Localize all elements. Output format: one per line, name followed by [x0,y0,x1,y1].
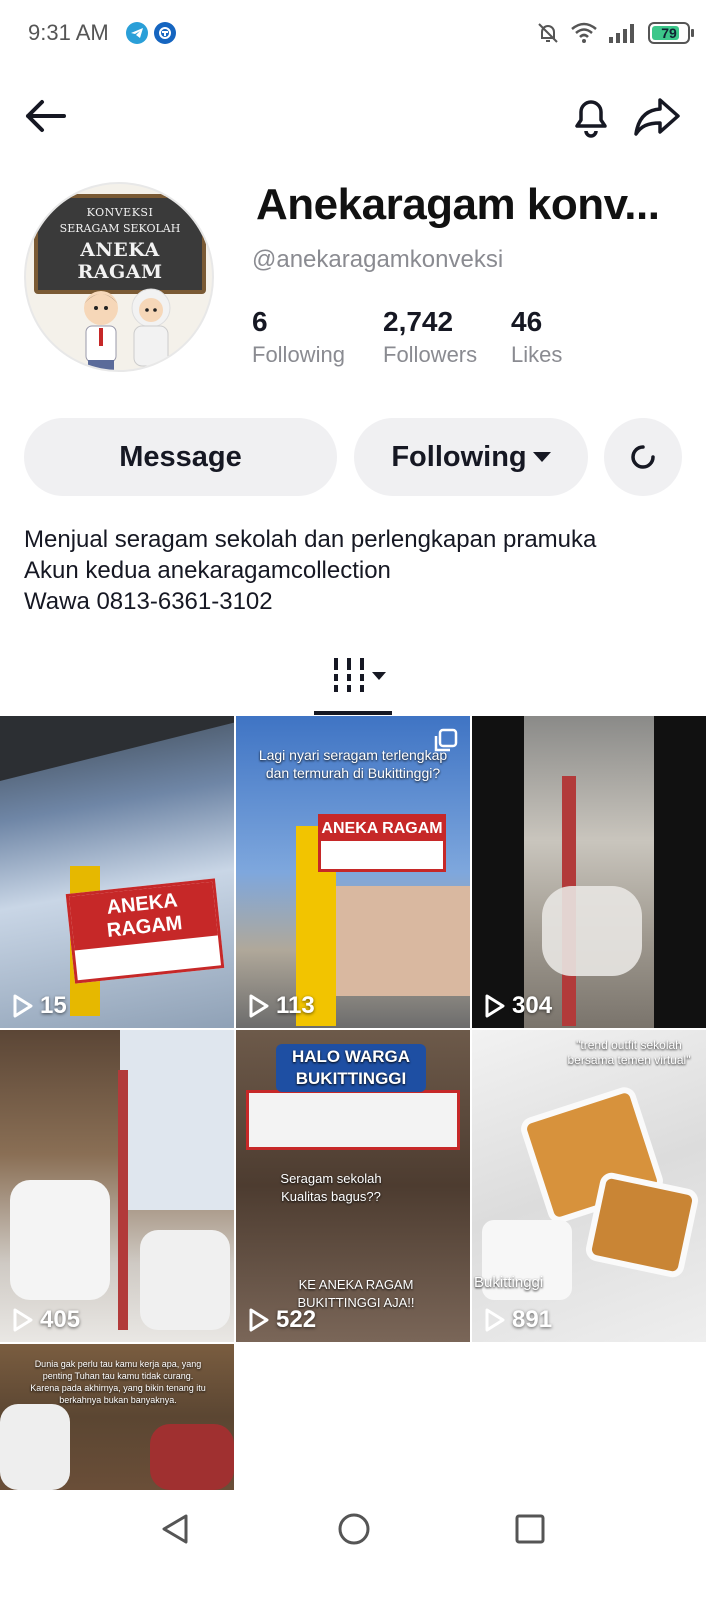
play-icon [13,994,33,1018]
following-button[interactable]: Following [354,418,588,496]
view-count-value: 15 [40,992,67,1019]
store-sign-text: ANEKA RAGAM [321,817,443,841]
system-back-button[interactable] [160,1512,192,1546]
stat-likes[interactable]: 46 Likes [511,306,562,368]
view-count-value: 891 [512,1306,553,1333]
play-icon [13,1308,33,1332]
status-bar: 9:31 AM 79 [0,0,720,66]
view-count: 113 [248,992,315,1020]
video-caption: Lagi nyari seragam terlengkap dan termur… [258,747,448,781]
video-caption-bottom: Bukittinggi [474,1274,544,1291]
caret-down-icon [532,452,551,462]
avatar-text-line1: KONVEKSI [86,206,154,219]
video-tile[interactable]: "trend outfit sekolah bersama temen virt… [472,1030,706,1342]
view-count: 522 [248,1306,316,1334]
view-count-value: 522 [276,1306,317,1333]
video-tile[interactable]: 304 [472,716,706,1028]
view-count: 891 [484,1306,552,1334]
bio-line: Menjual seragam sekolah dan perlengkapan… [24,526,597,553]
display-name: Anekaragam konv... [256,180,660,229]
play-icon [485,1308,505,1332]
stat-followers[interactable]: 2,742 Followers [383,306,477,368]
stat-followers-count: 2,742 [383,306,454,337]
signal-icon [609,24,634,43]
video-tile[interactable]: 405 [0,1030,234,1342]
avatar[interactable]: KONVEKSI SERAGAM SEKOLAH ANEKA RAGAM [24,182,214,372]
system-recents-button[interactable] [514,1512,546,1546]
status-icons: 79 [536,20,694,46]
battery-level: 79 [661,25,677,41]
grid-icon [328,658,386,692]
share-icon [634,98,680,136]
video-tile[interactable]: ANEKA RAGAM 15 [0,716,234,1028]
bio: Menjual seragam sekolah dan perlengkapan… [24,524,596,617]
stat-following-label: Following [252,342,345,367]
video-caption: Dunia gak perlu tau kamu kerja apa, yang… [30,1359,206,1405]
share-button[interactable] [632,92,682,140]
avatar-text-line2: SERAGAM SEKOLAH [59,222,181,235]
store-sign: ANEKA RAGAM [318,814,446,872]
view-count-value: 405 [40,1306,81,1333]
video-tile[interactable]: Dunia gak perlu tau kamu kerja apa, yang… [0,1344,234,1490]
play-icon [249,1308,269,1332]
store-sign: ANEKA RAGAM [65,878,225,984]
username-handle: @anekaragamkonveksi [252,246,504,273]
message-button[interactable]: Message [24,418,337,496]
video-tile[interactable]: ANEKA RAGAM Lagi nyari seragam terlengka… [236,716,470,1028]
stat-likes-label: Likes [511,342,563,367]
video-tile[interactable]: HALO WARGA BUKITTINGGI Seragam sekolah K… [236,1030,470,1342]
wifi-icon [571,22,597,43]
view-count-value: 304 [512,992,553,1019]
system-home-button[interactable] [337,1512,371,1546]
video-caption: Seragam sekolah Kualitas bagus?? [280,1171,382,1204]
loading-spinner-icon [631,445,655,469]
view-count-value: 113 [276,992,315,1019]
status-time: 9:31 AM [28,20,109,45]
system-navigation-bar [0,1490,720,1600]
stat-following-count: 6 [252,306,268,337]
students-illustration [84,288,171,370]
battery-icon: 79 [648,22,694,44]
bio-line: Akun kedua anekaragamcollection [24,557,391,584]
multiple-photos-icon [434,728,458,752]
play-icon [485,994,505,1018]
tab-active-indicator [314,711,392,715]
stat-following[interactable]: 6 Following [252,306,345,368]
bio-line: Wawa 0813-6361-3102 [24,588,273,615]
view-count: 304 [484,992,552,1020]
avatar-text-line3: ANEKA RAGAM [77,239,163,283]
stat-likes-count: 46 [511,306,543,337]
store-sign-text: ANEKA RAGAM [69,881,218,951]
view-count: 405 [12,1306,80,1334]
tab-videos[interactable] [314,654,394,716]
view-count: 15 [12,992,67,1020]
bell-off-icon [538,23,558,43]
app-notification-icon [154,22,176,44]
bell-icon [575,100,607,138]
telegram-icon [126,22,148,44]
video-caption: "trend outfit sekolah bersama temen virt… [567,1038,691,1067]
message-button-label: Message [119,440,242,473]
video-caption-title: HALO WARGA BUKITTINGGI [276,1044,426,1092]
following-button-label: Following [391,440,527,473]
back-button[interactable] [22,92,70,140]
stat-followers-label: Followers [383,342,478,367]
play-icon [249,994,269,1018]
avatar-chalkboard: KONVEKSI SERAGAM SEKOLAH ANEKA RAGAM [34,194,206,294]
notifications-button[interactable] [568,92,614,140]
arrow-left-icon [26,100,66,132]
suggested-accounts-button[interactable] [604,418,682,496]
